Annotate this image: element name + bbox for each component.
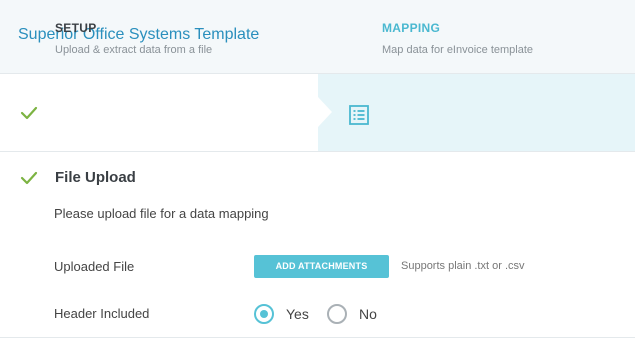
add-attachments-button[interactable]: ADD ATTACHMENTS <box>254 255 389 278</box>
stepper <box>0 74 635 152</box>
divider <box>0 337 635 338</box>
uploaded-file-label: Uploaded File <box>54 259 135 274</box>
section-description: Please upload file for a data mapping <box>54 206 269 221</box>
header-yes-label[interactable]: Yes <box>286 306 309 322</box>
check-icon <box>20 106 38 120</box>
step-setup-subtitle: Upload & extract data from a file <box>55 44 213 56</box>
page-header: Superior Office Systems Template <box>0 0 635 74</box>
header-included-label: Header Included <box>54 306 150 321</box>
step-mapping-title: MAPPING <box>382 21 441 35</box>
step-arrow-divider <box>318 97 332 127</box>
supported-formats-text: Supports plain .txt or .csv <box>401 260 525 272</box>
step-setup[interactable] <box>0 74 318 151</box>
section-title: File Upload <box>55 169 136 186</box>
list-icon <box>349 105 369 125</box>
step-mapping-subtitle: Map data for eInvoice template <box>382 44 534 56</box>
header-no-label[interactable]: No <box>359 306 377 322</box>
check-icon <box>20 171 38 185</box>
header-no-radio[interactable] <box>327 304 347 324</box>
header-yes-radio[interactable] <box>254 304 274 324</box>
step-setup-title: SETUP <box>55 21 97 35</box>
